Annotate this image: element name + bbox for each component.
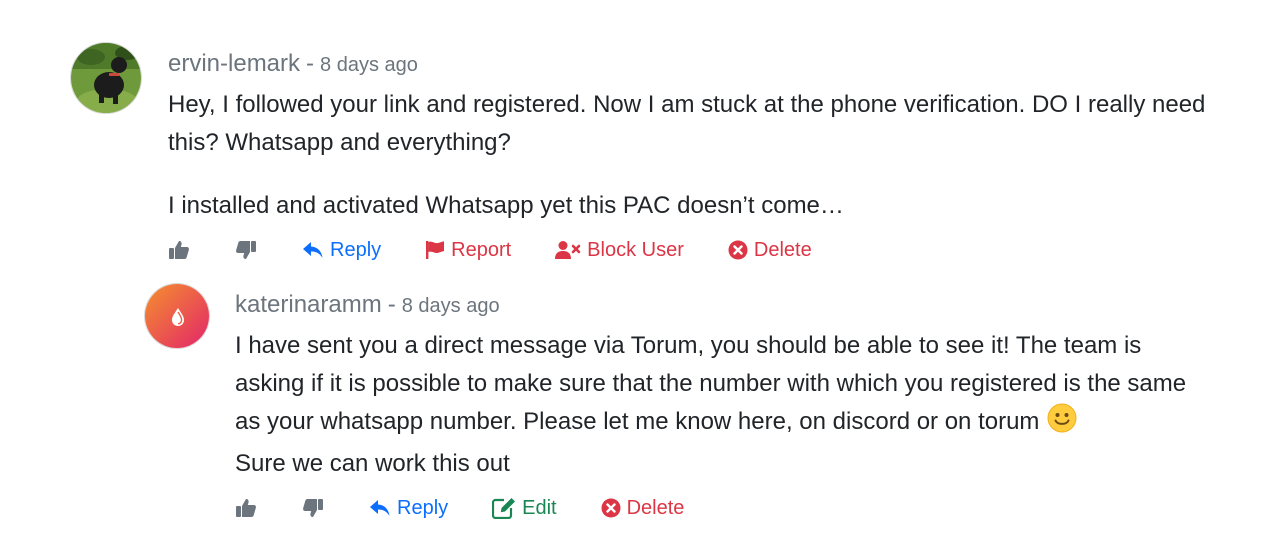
thumbs-up-icon (168, 239, 190, 261)
comment-header: katerinaramm -8 days ago (235, 283, 1204, 327)
flag-icon (425, 240, 445, 260)
delete-label: Delete (626, 496, 685, 519)
author-name[interactable]: katerinaramm (235, 291, 382, 318)
comment-header: ervin-lemark -8 days ago (168, 42, 1220, 86)
dislike-button[interactable] (235, 239, 257, 261)
author-name[interactable]: ervin-lemark (168, 50, 300, 77)
like-button[interactable] (168, 239, 190, 261)
times-circle-icon (728, 240, 748, 260)
timestamp: 8 days ago (320, 54, 418, 76)
dislike-button[interactable] (302, 497, 324, 519)
comment-text: Hey, I followed your link and registered… (168, 86, 1220, 225)
thumbs-up-icon (235, 497, 257, 519)
edit-label: Edit (522, 496, 557, 519)
avatar[interactable] (144, 283, 210, 349)
like-button[interactable] (235, 497, 257, 519)
comment-actions: Reply Edit Delete (235, 488, 1204, 528)
report-button[interactable]: Report (425, 239, 511, 262)
reply-label: Reply (330, 238, 382, 261)
block-user-button[interactable]: Block User (555, 239, 684, 262)
delete-button[interactable]: Delete (728, 239, 812, 262)
reply-label: Reply (397, 496, 449, 519)
comment-paragraph: Sure we can work this out (235, 450, 510, 477)
comment-paragraph: I have sent you a direct message via Tor… (235, 327, 1204, 445)
header-separator: - (306, 50, 315, 77)
comment-paragraph: Hey, I followed your link and registered… (168, 91, 1206, 156)
thumbs-down-icon (235, 239, 257, 261)
avatar[interactable] (70, 42, 142, 114)
comment-actions: Reply Report Block User Delete (168, 230, 1220, 270)
comment-paragraph: I installed and activated Whatsapp yet t… (168, 192, 844, 219)
reply-button[interactable]: Reply (302, 239, 381, 262)
timestamp: 8 days ago (401, 295, 500, 317)
reply-arrow-icon (302, 240, 324, 260)
reply-arrow-icon (369, 498, 391, 518)
block-user-label: Block User (587, 238, 684, 261)
thumbs-down-icon (302, 497, 324, 519)
delete-button[interactable]: Delete (601, 496, 685, 520)
header-separator: - (387, 291, 396, 318)
edit-icon (492, 497, 516, 519)
reply-button[interactable]: Reply (369, 497, 448, 520)
delete-label: Delete (753, 238, 812, 261)
times-circle-icon (601, 498, 621, 518)
user-times-icon (555, 240, 581, 260)
comment-text: I have sent you a direct message via Tor… (235, 327, 1204, 483)
report-label: Report (451, 238, 512, 261)
smiley-icon (1047, 403, 1077, 445)
edit-button[interactable]: Edit (492, 496, 557, 520)
